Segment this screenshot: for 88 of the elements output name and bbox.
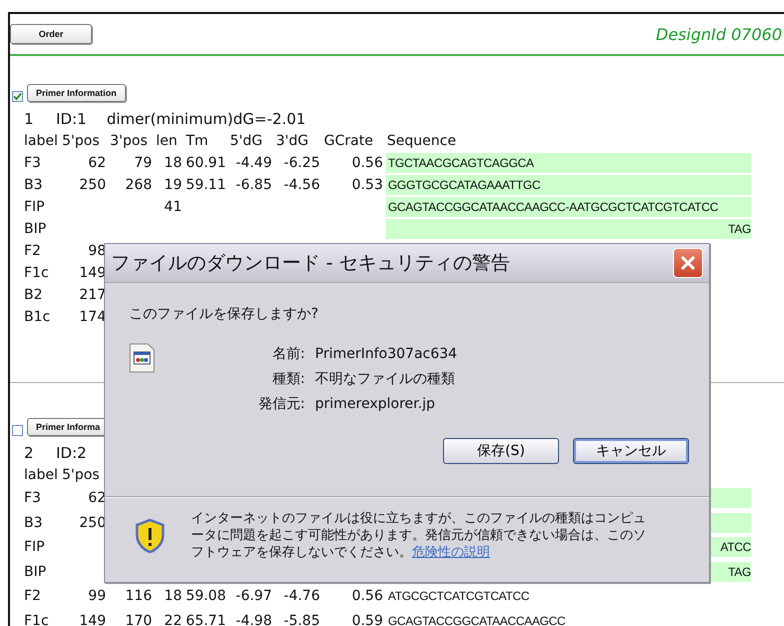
checkbox[interactable] [12, 91, 23, 102]
table-cell-text: 99 [87, 588, 106, 604]
dialog-title: ファイルのダウンロード - セキュリティの警告 [111, 251, 510, 276]
table-cell-text: 268 [124, 177, 152, 193]
table-cell-text: 0.56 [350, 155, 383, 171]
table-cell-text: B1c [24, 309, 52, 325]
table-cell-text: 22 [163, 612, 182, 626]
table-cell-text: 62 [87, 155, 106, 171]
table-cell-text: -5.85 [282, 612, 320, 626]
column-header: 5'pos [61, 467, 101, 483]
primer-set-id: ID:2 [56, 444, 87, 462]
column-header: GCrate [323, 133, 374, 149]
risk-link[interactable]: 危険性の説明 [412, 545, 490, 560]
column-header: label [24, 467, 58, 483]
column-header: 5'pos [61, 133, 101, 149]
table-cell-text: F3 [24, 490, 42, 506]
checkbox[interactable] [12, 425, 23, 436]
table-cell-text: -6.85 [234, 177, 272, 193]
table-cell-text: 59.11 [184, 177, 226, 193]
table-cell-text: 18 [163, 588, 182, 604]
warning-shield-icon [135, 518, 165, 552]
dimer-dg: dimer(minimum)dG=-2.01 [106, 110, 306, 128]
table-cell-text: 65.71 [184, 612, 226, 626]
dialog-button[interactable]: 保存(S) [443, 438, 559, 464]
close-button[interactable] [673, 248, 703, 278]
sequence-cell: GCAGTACCGGCATAACCAAGCC-AATGCGCTCATCGTCATCC [386, 197, 751, 217]
table-cell-text: BIP [24, 221, 48, 237]
field-label: 名前: [271, 344, 305, 362]
field-value: PrimerInfo307ac634 [315, 346, 458, 362]
table-cell-text: 79 [133, 155, 152, 171]
table-cell-text: 0.53 [350, 177, 383, 193]
sequence-cell: TGCTAACGCAGTCAGGCA [386, 153, 751, 173]
table-cell-text: FIP [24, 199, 46, 215]
table-cell-text: 174 [78, 309, 106, 325]
table-cell-text: F1c [24, 612, 50, 626]
table-cell-text: -4.56 [282, 177, 320, 193]
table-cell-text: -4.49 [234, 155, 272, 171]
table-cell-text: F2 [24, 243, 42, 259]
field-value: primerexplorer.jp [315, 396, 435, 412]
column-header: 5'dG [229, 133, 264, 149]
table-cell-text: 60.91 [184, 155, 226, 171]
table-cell-text: 0.59 [350, 612, 383, 626]
table-cell-text: 62 [87, 490, 106, 506]
close-icon [679, 254, 697, 272]
primer-set-id: ID:1 [56, 110, 87, 128]
field-value: 不明なファイルの種類 [315, 370, 455, 388]
table-cell-text: BIP [24, 564, 48, 580]
table-cell-text: -6.97 [234, 588, 272, 604]
table-cell-text: 19 [163, 177, 182, 193]
table-cell-text: -4.76 [282, 588, 320, 604]
field-label: 種類: [271, 370, 305, 388]
table-cell-text: F2 [24, 588, 42, 604]
table-cell-text: B3 [24, 177, 44, 193]
column-header: len [155, 133, 178, 149]
primer-set-number: 1 [24, 110, 35, 128]
table-cell-text: -6.25 [282, 155, 320, 171]
column-header: Sequence [386, 133, 458, 149]
table-cell-text: 250 [78, 177, 106, 193]
table-cell-text: 116 [124, 588, 152, 604]
table-cell-text: 41 [163, 199, 182, 215]
design-id: DesignId 07060 [656, 24, 782, 44]
field-label: 発信元: [257, 394, 305, 412]
order-button[interactable]: Order [10, 24, 92, 44]
table-cell-text: 217 [78, 287, 106, 303]
primer-set-number: 2 [24, 444, 35, 462]
column-header: 3'dG [275, 133, 310, 149]
sequence-cell: GGGTGCGCATAGAAATTGC [386, 175, 751, 195]
dialog-button[interactable]: キャンセル [573, 438, 689, 464]
table-cell-text: B2 [24, 287, 44, 303]
table-cell-text: F1c [24, 265, 50, 281]
primer-information-button[interactable]: Primer Information [27, 84, 126, 102]
table-cell-text: -4.98 [234, 612, 272, 626]
table-cell-text: F3 [24, 155, 42, 171]
column-header: Tm [185, 133, 210, 149]
column-header: 3'pos [109, 133, 149, 149]
file-icon [129, 343, 155, 373]
sequence-cell-text: ATGCGCTCATCGTCATCC [387, 588, 530, 606]
table-cell-text: 59.08 [184, 588, 226, 604]
sequence-cell: TAG [386, 219, 751, 239]
table-cell-text: FIP [24, 539, 46, 556]
sequence-cell-text: GCAGTACCGGCATAACCAAGCC [387, 612, 566, 626]
column-header: label [24, 133, 58, 149]
table-cell-text: 0.56 [350, 588, 383, 604]
table-cell-text: 170 [124, 612, 152, 626]
dialog-question: このファイルを保存しますか? [129, 305, 320, 323]
table-cell-text: B3 [24, 514, 44, 531]
table-cell-text: 18 [163, 155, 182, 171]
table-cell-text: 149 [78, 612, 106, 626]
